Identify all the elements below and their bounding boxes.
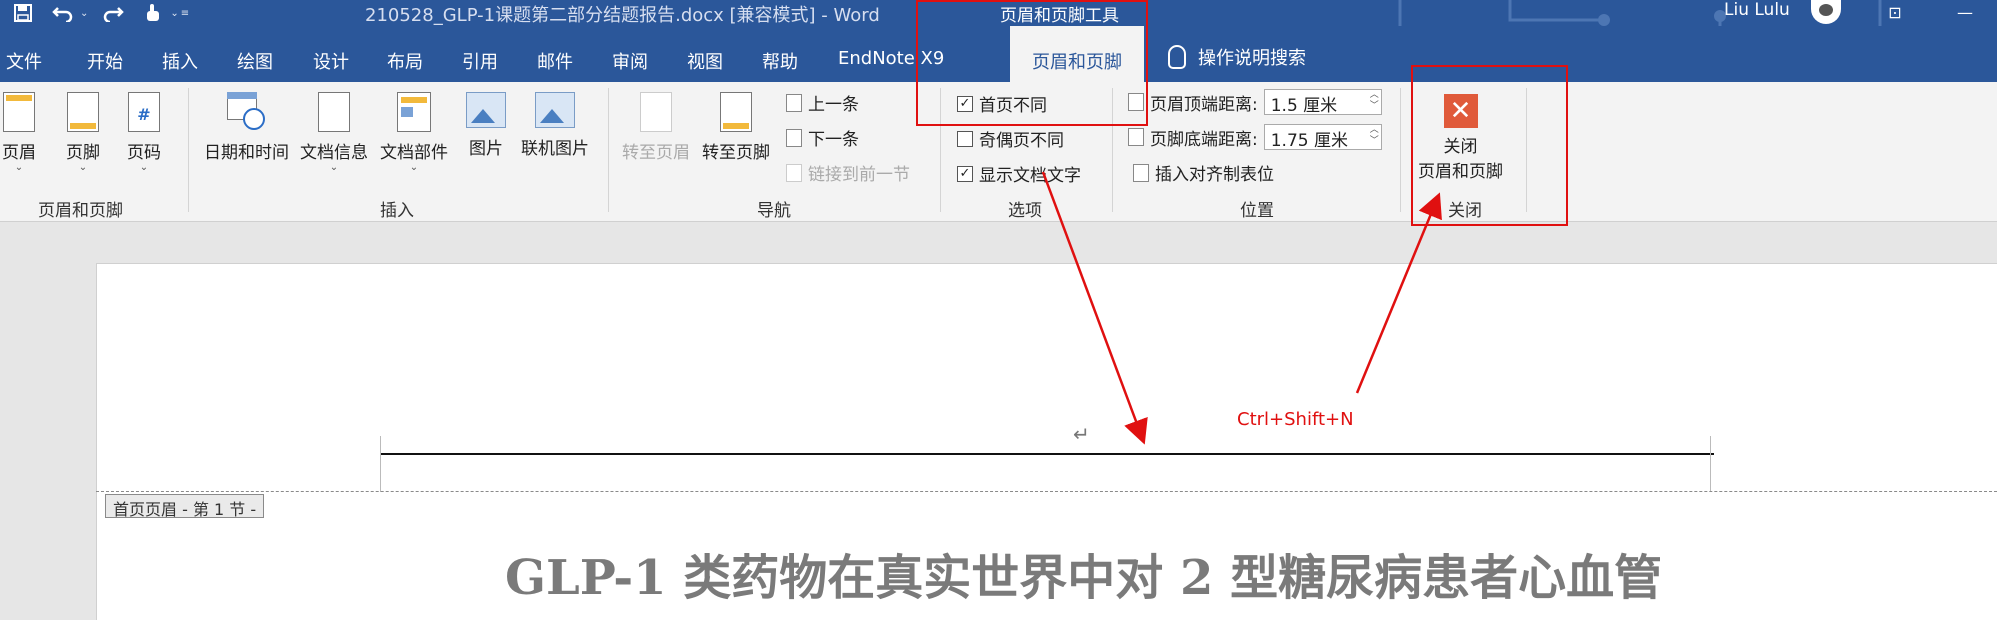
arrow-to-close-button: [1355, 192, 1442, 394]
annotation-arrows: [1041, 171, 1442, 445]
arrow-to-header-line: [1041, 171, 1148, 445]
